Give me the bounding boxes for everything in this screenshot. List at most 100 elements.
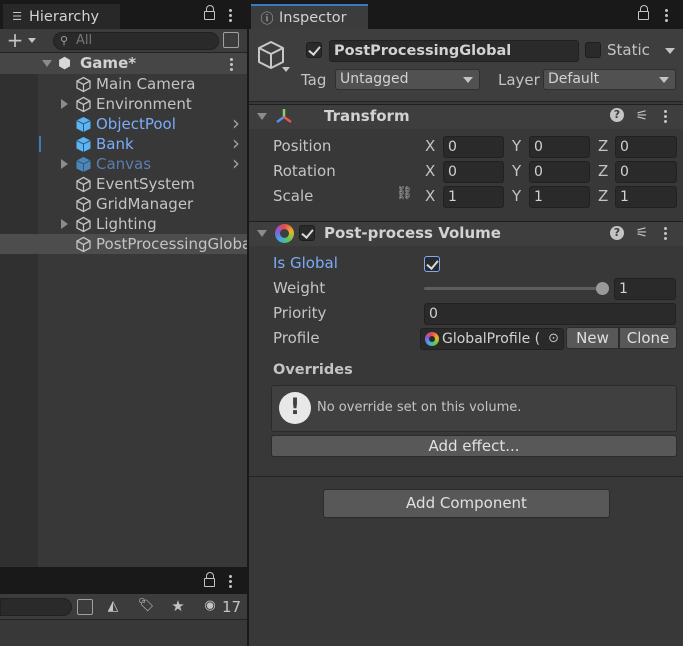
object-picker-icon[interactable]: ⊙ (548, 329, 559, 349)
open-prefab-chevron-icon[interactable]: › (232, 114, 240, 133)
profile-object-field[interactable]: GlobalProfile ( ⊙ (420, 328, 564, 350)
hierarchy-item[interactable]: ObjectPool › (0, 114, 247, 134)
hierarchy-item-label: Environment (96, 95, 192, 113)
gameobject-cube-icon[interactable] (256, 40, 286, 70)
volume-menu-icon[interactable] (660, 225, 672, 241)
prefab-cube-icon (76, 137, 91, 152)
rotation-y-field[interactable]: 0 (529, 161, 590, 183)
tab-hierarchy[interactable]: ☰ Hierarchy (3, 4, 120, 29)
profile-new-button[interactable]: New (566, 327, 619, 349)
favorites-star-icon[interactable]: ★ (168, 596, 188, 616)
warning-exclamation-icon: ! (279, 392, 311, 424)
layer-dropdown[interactable]: Default (543, 69, 676, 90)
help-icon[interactable]: ? (610, 108, 624, 122)
scale-z-field[interactable]: 1 (615, 186, 677, 208)
scene-name: Game* (80, 54, 137, 72)
priority-field[interactable]: 0 (424, 303, 676, 325)
constrain-proportions-link-icon[interactable]: ⛓ (396, 186, 413, 201)
add-component-button[interactable]: Add Component (323, 489, 610, 518)
position-label: Position (273, 137, 332, 155)
weight-slider-handle[interactable] (596, 282, 609, 295)
rotation-x-label: X (425, 162, 436, 180)
tag-label: Tag (301, 71, 327, 89)
expand-arrow-icon[interactable] (61, 159, 68, 169)
project-search-input[interactable] (0, 598, 72, 616)
static-checkbox[interactable] (585, 42, 601, 58)
object-active-checkbox[interactable] (306, 42, 322, 58)
prefab-cube-icon (76, 117, 91, 132)
scene-expand-arrow[interactable] (42, 60, 52, 67)
icon-dropdown-chevron-icon[interactable] (282, 67, 290, 72)
presets-sliders-icon[interactable]: ⚟ (632, 106, 652, 126)
hidden-count: 17 (222, 598, 242, 616)
hierarchy-tab-label: Hierarchy (29, 8, 100, 25)
object-name-field[interactable]: PostProcessingGlobal (329, 40, 579, 62)
project-lock-icon[interactable] (202, 572, 218, 589)
modified-indicator (39, 136, 41, 152)
position-y-label: Y (512, 137, 522, 155)
hierarchy-item[interactable]: GridManager (0, 194, 247, 214)
hierarchy-search-input[interactable]: ⚲ All (53, 32, 219, 50)
project-menu-icon[interactable] (222, 572, 238, 590)
inspector-menu-icon[interactable] (658, 6, 674, 24)
expand-arrow-icon[interactable] (61, 219, 68, 229)
gameobject-cube-icon (76, 216, 91, 233)
open-prefab-chevron-icon[interactable]: › (232, 154, 240, 173)
tag-dropdown[interactable]: Untagged (335, 69, 480, 90)
weight-field[interactable]: 1 (614, 278, 676, 300)
position-z-label: Z (598, 137, 609, 155)
scale-label: Scale (273, 187, 314, 205)
overrides-heading: Overrides (273, 362, 353, 378)
gameobject-cube-icon (76, 76, 91, 93)
position-x-label: X (425, 137, 436, 155)
hierarchy-item-label: PostProcessingGlobal (96, 235, 247, 253)
create-plus-icon[interactable]: + (4, 30, 26, 51)
scene-row[interactable]: ⬢ Game* (0, 53, 247, 74)
priority-label: Priority (273, 304, 327, 322)
inspector-tab-label: Inspector (279, 9, 347, 26)
presets-sliders-icon[interactable]: ⚟ (632, 223, 652, 243)
open-prefab-chevron-icon[interactable]: › (232, 134, 240, 153)
rotation-z-field[interactable]: 0 (615, 161, 677, 183)
inspector-lock-icon[interactable] (636, 5, 652, 22)
tab-inspector[interactable]: ⓘ Inspector (251, 4, 368, 29)
scale-y-field[interactable]: 1 (529, 186, 590, 208)
expand-arrow-icon[interactable] (61, 99, 68, 109)
scene-menu-icon[interactable] (226, 56, 238, 72)
hierarchy-menu-icon[interactable] (222, 6, 238, 24)
search-options-icon[interactable] (77, 599, 93, 615)
hidden-eye-icon[interactable]: ◉ (200, 596, 220, 616)
is-global-checkbox[interactable] (424, 256, 440, 272)
weight-slider-track[interactable] (424, 287, 604, 290)
hierarchy-item[interactable]: Canvas › (0, 154, 247, 174)
hierarchy-item[interactable]: Lighting (0, 214, 247, 234)
static-dropdown-chevron-icon[interactable] (665, 48, 675, 54)
scale-x-label: X (425, 187, 436, 205)
hierarchy-item[interactable]: Environment (0, 94, 247, 114)
transform-foldout-arrow[interactable] (257, 113, 267, 120)
filter-by-type-icon[interactable]: ◭ (103, 596, 123, 616)
search-options-icon[interactable] (223, 32, 239, 48)
filter-by-label-icon[interactable]: 🏷 (136, 596, 156, 616)
postprocess-volume-icon (275, 224, 294, 243)
hierarchy-item-label: EventSystem (96, 175, 195, 193)
position-z-field[interactable]: 0 (615, 136, 677, 158)
rotation-x-field[interactable]: 0 (443, 161, 504, 183)
hierarchy-item[interactable]: PostProcessingGlobal (0, 234, 247, 254)
position-y-field[interactable]: 0 (529, 136, 590, 158)
weight-label: Weight (273, 279, 326, 297)
position-x-field[interactable]: 0 (443, 136, 504, 158)
create-dropdown-chevron-icon[interactable] (28, 38, 36, 43)
profile-clone-button[interactable]: Clone (619, 327, 677, 349)
layer-label: Layer (498, 71, 540, 89)
hierarchy-item[interactable]: Bank › (0, 134, 247, 154)
hierarchy-lock-icon[interactable] (202, 5, 218, 22)
add-effect-button[interactable]: Add effect... (271, 435, 677, 457)
scale-x-field[interactable]: 1 (443, 186, 504, 208)
help-icon[interactable]: ? (610, 226, 624, 240)
volume-enabled-checkbox[interactable] (299, 225, 315, 241)
transform-menu-icon[interactable] (660, 108, 672, 124)
volume-foldout-arrow[interactable] (257, 230, 267, 237)
hierarchy-item[interactable]: EventSystem (0, 174, 247, 194)
hierarchy-item[interactable]: Main Camera (0, 74, 247, 94)
